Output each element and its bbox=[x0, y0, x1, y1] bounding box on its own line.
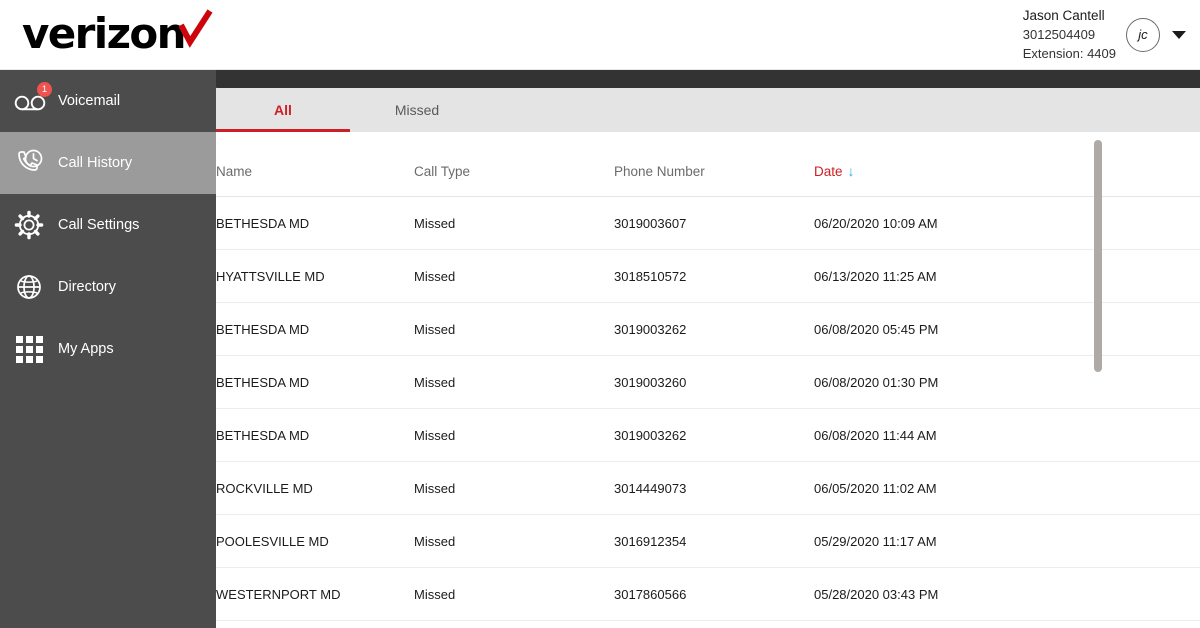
cell-name[interactable]: HYATTSVILLE MD bbox=[216, 249, 414, 303]
sort-descending-icon[interactable]: ↓ bbox=[848, 163, 855, 179]
sidebar-item-my-apps[interactable]: My Apps bbox=[0, 318, 216, 380]
voicemail-badge: 1 bbox=[37, 82, 52, 97]
cell-call-type: Missed bbox=[414, 408, 614, 462]
verizon-check-icon bbox=[178, 9, 213, 57]
top-header: verizon Jason Cantell 3012504409 Extensi… bbox=[0, 0, 1200, 70]
table-row[interactable]: WESTERNPORT MD Missed 3017860566 05/28/2020… bbox=[216, 567, 1200, 621]
cell-date: 06/08/2020 11:44 AM bbox=[814, 408, 1082, 462]
call-history-icon bbox=[14, 146, 56, 180]
table-row[interactable]: FRIENDSVILLE MDMissed301746083005/22/202… bbox=[216, 620, 1200, 628]
globe-icon bbox=[14, 270, 56, 304]
tab-bar: All Missed bbox=[216, 88, 1200, 132]
cell-call-type: Missed bbox=[414, 620, 614, 628]
cell-phone-number[interactable]: 3019003607 bbox=[614, 196, 814, 250]
table-header: Name Call Type Phone Number Date ↓ bbox=[216, 132, 1200, 197]
cell-name[interactable]: FRIENDSVILLE MD bbox=[216, 620, 414, 628]
user-profile[interactable]: Jason Cantell 3012504409 Extension: 4409… bbox=[1023, 6, 1186, 63]
cell-name[interactable]: BETHESDA MD bbox=[216, 355, 414, 409]
cell-phone-number[interactable]: 3019003262 bbox=[614, 302, 814, 356]
scrollbar-thumb[interactable] bbox=[1094, 140, 1102, 372]
tab-label: Missed bbox=[394, 102, 440, 118]
sidebar-item-label: Voicemail bbox=[58, 93, 121, 109]
cell-call-type: Missed bbox=[414, 196, 614, 250]
cell-name[interactable]: BETHESDA MD bbox=[216, 302, 414, 356]
cell-date: 05/28/2020 03:43 PM bbox=[814, 567, 1082, 621]
column-header-date[interactable]: Date ↓ bbox=[814, 132, 1082, 197]
cell-name[interactable]: BETHESDA MD bbox=[216, 408, 414, 462]
cell-date: 05/29/2020 11:17 AM bbox=[814, 514, 1082, 568]
cell-call-type: Missed bbox=[414, 355, 614, 409]
logo-wordmark: verizon bbox=[22, 9, 187, 58]
chevron-down-icon[interactable] bbox=[1172, 30, 1186, 39]
cell-name[interactable]: BETHESDA MD bbox=[216, 196, 414, 250]
table-row[interactable]: BETHESDA MD Missed 3019003607 06/20/2020 10… bbox=[216, 196, 1200, 250]
cell-date: 06/08/2020 05:45 PM bbox=[814, 302, 1082, 356]
tab-label: All bbox=[274, 102, 292, 118]
cell-date: 06/05/2020 11:02 AM bbox=[814, 461, 1082, 515]
cell-spacer bbox=[1082, 620, 1200, 628]
sidebar-item-directory[interactable]: Directory bbox=[0, 256, 216, 318]
table-body: BETHESDA MD Missed 3019003607 06/20/2020 10… bbox=[216, 196, 1200, 628]
cell-phone-number[interactable]: 3014449073 bbox=[614, 461, 814, 515]
tab-all[interactable]: All bbox=[216, 88, 350, 132]
cell-call-type: Missed bbox=[414, 249, 614, 303]
sidebar-item-label: Call Settings bbox=[58, 217, 140, 233]
sidebar-item-label: My Apps bbox=[58, 341, 114, 357]
call-history-table: Name Call Type Phone Number Date ↓ BETHESDA … bbox=[216, 132, 1200, 628]
column-header-label: Date bbox=[814, 164, 843, 179]
table-row[interactable]: HYATTSVILLE MD Missed 3018510572 06/13/2020… bbox=[216, 249, 1200, 303]
cell-phone-number[interactable]: 3017460830 bbox=[614, 620, 814, 628]
sidebar-item-label: Call History bbox=[58, 155, 133, 171]
table-row[interactable]: BETHESDA MD Missed 3019003262 06/08/2020 05… bbox=[216, 302, 1200, 356]
cell-name[interactable]: ROCKVILLE MD bbox=[216, 461, 414, 515]
column-header-phone-number[interactable]: Phone Number bbox=[614, 132, 814, 197]
table-row[interactable]: BETHESDA MD Missed 3019003262 06/08/2020 11… bbox=[216, 408, 1200, 462]
cell-date: 06/20/2020 10:09 AM bbox=[814, 196, 1082, 250]
sidebar-item-call-history[interactable]: Call History bbox=[0, 132, 216, 194]
cell-phone-number[interactable]: 3017860566 bbox=[614, 567, 814, 621]
cell-call-type: Missed bbox=[414, 514, 614, 568]
cell-spacer bbox=[1082, 567, 1200, 621]
table-header-row: Name Call Type Phone Number Date ↓ bbox=[216, 132, 1200, 197]
call-history-table-wrap: Name Call Type Phone Number Date ↓ BETHESDA … bbox=[216, 132, 1200, 628]
cell-name[interactable]: WESTERNPORT MD bbox=[216, 567, 414, 621]
column-header-name[interactable]: Name bbox=[216, 132, 414, 197]
cell-call-type: Missed bbox=[414, 461, 614, 515]
cell-name[interactable]: POOLESVILLE MD bbox=[216, 514, 414, 568]
cell-phone-number[interactable]: 3019003260 bbox=[614, 355, 814, 409]
column-header-call-type[interactable]: Call Type bbox=[414, 132, 614, 197]
table-row[interactable]: POOLESVILLE MD Missed 3016912354 05/29/2020… bbox=[216, 514, 1200, 568]
table-row[interactable]: BETHESDA MD Missed 3019003260 06/08/2020 01… bbox=[216, 355, 1200, 409]
user-extension: Extension: 4409 bbox=[1022, 46, 1116, 61]
gear-icon bbox=[14, 208, 56, 242]
cell-date: 06/08/2020 01:30 PM bbox=[814, 355, 1082, 409]
user-name: Jason Cantell bbox=[1022, 8, 1105, 23]
column-header-label: Name bbox=[216, 163, 253, 179]
user-info: Jason Cantell 3012504409 Extension: 4409 bbox=[1023, 6, 1116, 63]
sidebar-item-call-settings[interactable]: Call Settings bbox=[0, 194, 216, 256]
app-root: verizon Jason Cantell 3012504409 Extensi… bbox=[0, 0, 1200, 628]
sidebar: 1 Voicemail Call History Call Settings Direc… bbox=[0, 70, 216, 628]
user-phone: 3012504409 bbox=[1022, 27, 1096, 42]
apps-grid-icon bbox=[14, 332, 56, 366]
cell-phone-number[interactable]: 3018510572 bbox=[614, 249, 814, 303]
sidebar-item-label: Directory bbox=[58, 279, 117, 295]
cell-call-type: Missed bbox=[414, 567, 614, 621]
tab-missed[interactable]: Missed bbox=[350, 88, 484, 132]
main-content: All Missed Name Call Type Phone Number Date ↓… bbox=[216, 88, 1200, 628]
avatar[interactable]: jc bbox=[1126, 17, 1160, 52]
column-header-label: Phone Number bbox=[614, 163, 705, 179]
cell-call-type: Missed bbox=[414, 302, 614, 356]
cell-date: 05/22/2020 03:58 PM bbox=[814, 620, 1082, 628]
cell-date: 06/13/2020 11:25 AM bbox=[814, 249, 1082, 303]
cell-phone-number[interactable]: 3019003262 bbox=[614, 408, 814, 462]
apps-grid-cells bbox=[16, 335, 43, 363]
scrollbar[interactable] bbox=[1094, 140, 1102, 560]
verizon-logo[interactable]: verizon bbox=[22, 9, 213, 58]
voicemail-icon: 1 bbox=[14, 82, 56, 118]
column-header-label: Call Type bbox=[414, 163, 471, 179]
sidebar-item-voicemail[interactable]: 1 Voicemail bbox=[0, 70, 216, 132]
table-row[interactable]: ROCKVILLE MD Missed 3014449073 06/05/2020 1… bbox=[216, 461, 1200, 515]
cell-phone-number[interactable]: 3016912354 bbox=[614, 514, 814, 568]
